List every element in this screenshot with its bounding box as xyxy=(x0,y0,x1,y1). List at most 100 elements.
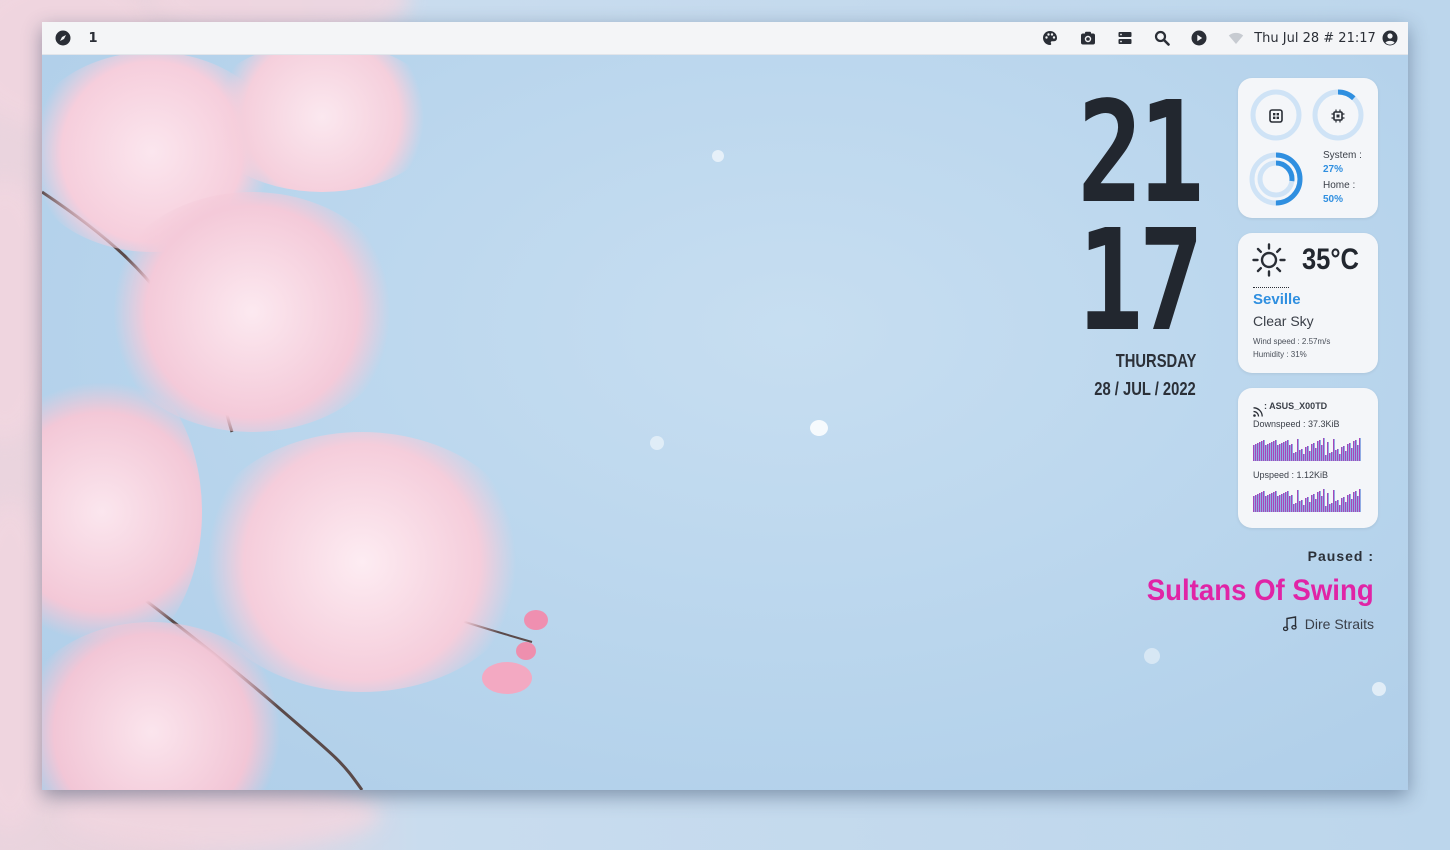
graph-bar xyxy=(1275,491,1277,512)
blossom-bud xyxy=(524,610,548,630)
graph-bar xyxy=(1289,445,1291,461)
weather-divider xyxy=(1253,287,1289,288)
graph-bar xyxy=(1303,454,1305,461)
graph-bar xyxy=(1343,446,1345,461)
sun-icon xyxy=(1252,243,1286,277)
graph-bar xyxy=(1257,494,1259,512)
graph-bar xyxy=(1359,489,1361,512)
graph-bar xyxy=(1309,502,1311,512)
music-note-icon xyxy=(1282,616,1297,632)
graph-bar xyxy=(1321,445,1323,461)
graph-bar xyxy=(1317,441,1319,461)
weather-condition: Clear Sky xyxy=(1253,313,1314,329)
music-title: Sultans Of Swing xyxy=(1147,574,1374,607)
graph-bar xyxy=(1339,505,1341,512)
network-downspeed: Downspeed : 37.3KiB xyxy=(1253,419,1340,429)
graph-bar xyxy=(1317,492,1319,512)
graph-bar xyxy=(1261,492,1263,512)
play-icon[interactable] xyxy=(1188,22,1210,54)
graph-bar xyxy=(1357,445,1359,461)
graph-bar xyxy=(1313,443,1315,461)
graph-bar xyxy=(1307,446,1309,461)
graph-bar xyxy=(1283,442,1285,461)
compass-icon[interactable] xyxy=(52,22,74,54)
graph-bar xyxy=(1335,501,1337,512)
backdrop-blossom xyxy=(60,780,380,850)
graph-bar xyxy=(1285,441,1287,461)
graph-bar xyxy=(1325,506,1327,512)
petal xyxy=(1144,648,1160,664)
graph-bar xyxy=(1319,491,1321,512)
graph-bar xyxy=(1297,490,1299,512)
graph-bar xyxy=(1327,493,1329,512)
graph-bar xyxy=(1351,499,1353,512)
graph-bar xyxy=(1297,439,1299,461)
petal xyxy=(650,436,664,450)
search-icon[interactable] xyxy=(1151,22,1173,54)
blossom-bud xyxy=(516,642,536,660)
graph-bar xyxy=(1299,450,1301,461)
graph-bar xyxy=(1279,444,1281,461)
graph-bar xyxy=(1319,440,1321,461)
palette-icon[interactable] xyxy=(1039,22,1061,54)
topbar-datetime[interactable]: Thu Jul 28 # 21:17 xyxy=(1254,22,1376,54)
desktop-screen: 1 Thu Jul 28 # 21:17 21 17 THURSDAY 28 /… xyxy=(42,22,1408,790)
system-label: System : xyxy=(1323,150,1362,161)
music-artist: Dire Straits xyxy=(1304,616,1374,632)
graph-bar xyxy=(1311,444,1313,461)
graph-bar xyxy=(1257,443,1259,461)
graph-bar xyxy=(1325,455,1327,461)
graph-bar xyxy=(1273,441,1275,461)
home-value: 50% xyxy=(1323,194,1344,205)
graph-bar xyxy=(1263,491,1265,512)
graph-bar xyxy=(1335,450,1337,461)
graph-bar xyxy=(1291,495,1293,512)
graph-bar xyxy=(1333,490,1335,512)
graph-bar xyxy=(1339,454,1341,461)
graph-bar xyxy=(1309,451,1311,461)
clock-date: 28 / JUL / 2022 xyxy=(1094,379,1196,399)
graph-bar xyxy=(1291,444,1293,461)
weather-temperature: 35°C xyxy=(1302,243,1359,276)
blossom-cluster xyxy=(202,42,442,192)
home-label: Home : xyxy=(1323,180,1356,191)
memory-icon xyxy=(1269,108,1283,123)
wifi-icon[interactable] xyxy=(1225,22,1247,54)
graph-bar xyxy=(1359,438,1361,461)
graph-bar xyxy=(1287,491,1289,512)
graph-bar xyxy=(1343,497,1345,512)
graph-bar xyxy=(1287,440,1289,461)
graph-bar xyxy=(1345,502,1347,512)
graph-bar xyxy=(1301,500,1303,512)
graph-bar xyxy=(1349,443,1351,461)
graph-bar xyxy=(1263,440,1265,461)
graph-bar xyxy=(1323,438,1325,461)
graph-bar xyxy=(1267,495,1269,512)
account-icon[interactable] xyxy=(1379,22,1401,54)
workspace-indicator[interactable]: 1 xyxy=(86,22,100,54)
graph-bar xyxy=(1351,448,1353,461)
graph-bar xyxy=(1337,449,1339,461)
petal xyxy=(1372,682,1386,696)
graph-bar xyxy=(1271,493,1273,512)
weather-card: 35°C Seville Clear Sky Wind speed : 2.57… xyxy=(1238,233,1378,373)
camera-icon[interactable] xyxy=(1077,22,1099,54)
cpu-icon xyxy=(1331,108,1345,123)
graph-bar xyxy=(1315,499,1317,512)
downspeed-graph xyxy=(1253,438,1361,461)
clock-day: THURSDAY xyxy=(1115,351,1196,371)
graph-bar xyxy=(1345,451,1347,461)
music-artist-row: Dire Straits xyxy=(1282,616,1374,632)
graph-bar xyxy=(1261,441,1263,461)
graph-bar xyxy=(1329,504,1331,512)
graph-bar xyxy=(1277,496,1279,512)
graph-bar xyxy=(1253,496,1255,512)
graph-bar xyxy=(1305,498,1307,512)
graph-bar xyxy=(1355,491,1357,512)
rss-icon xyxy=(1253,402,1263,417)
blossom-bud xyxy=(482,662,532,694)
system-value: 27% xyxy=(1323,164,1344,175)
graph-bar xyxy=(1269,494,1271,512)
server-icon[interactable] xyxy=(1114,22,1136,54)
graph-bar xyxy=(1331,452,1333,461)
